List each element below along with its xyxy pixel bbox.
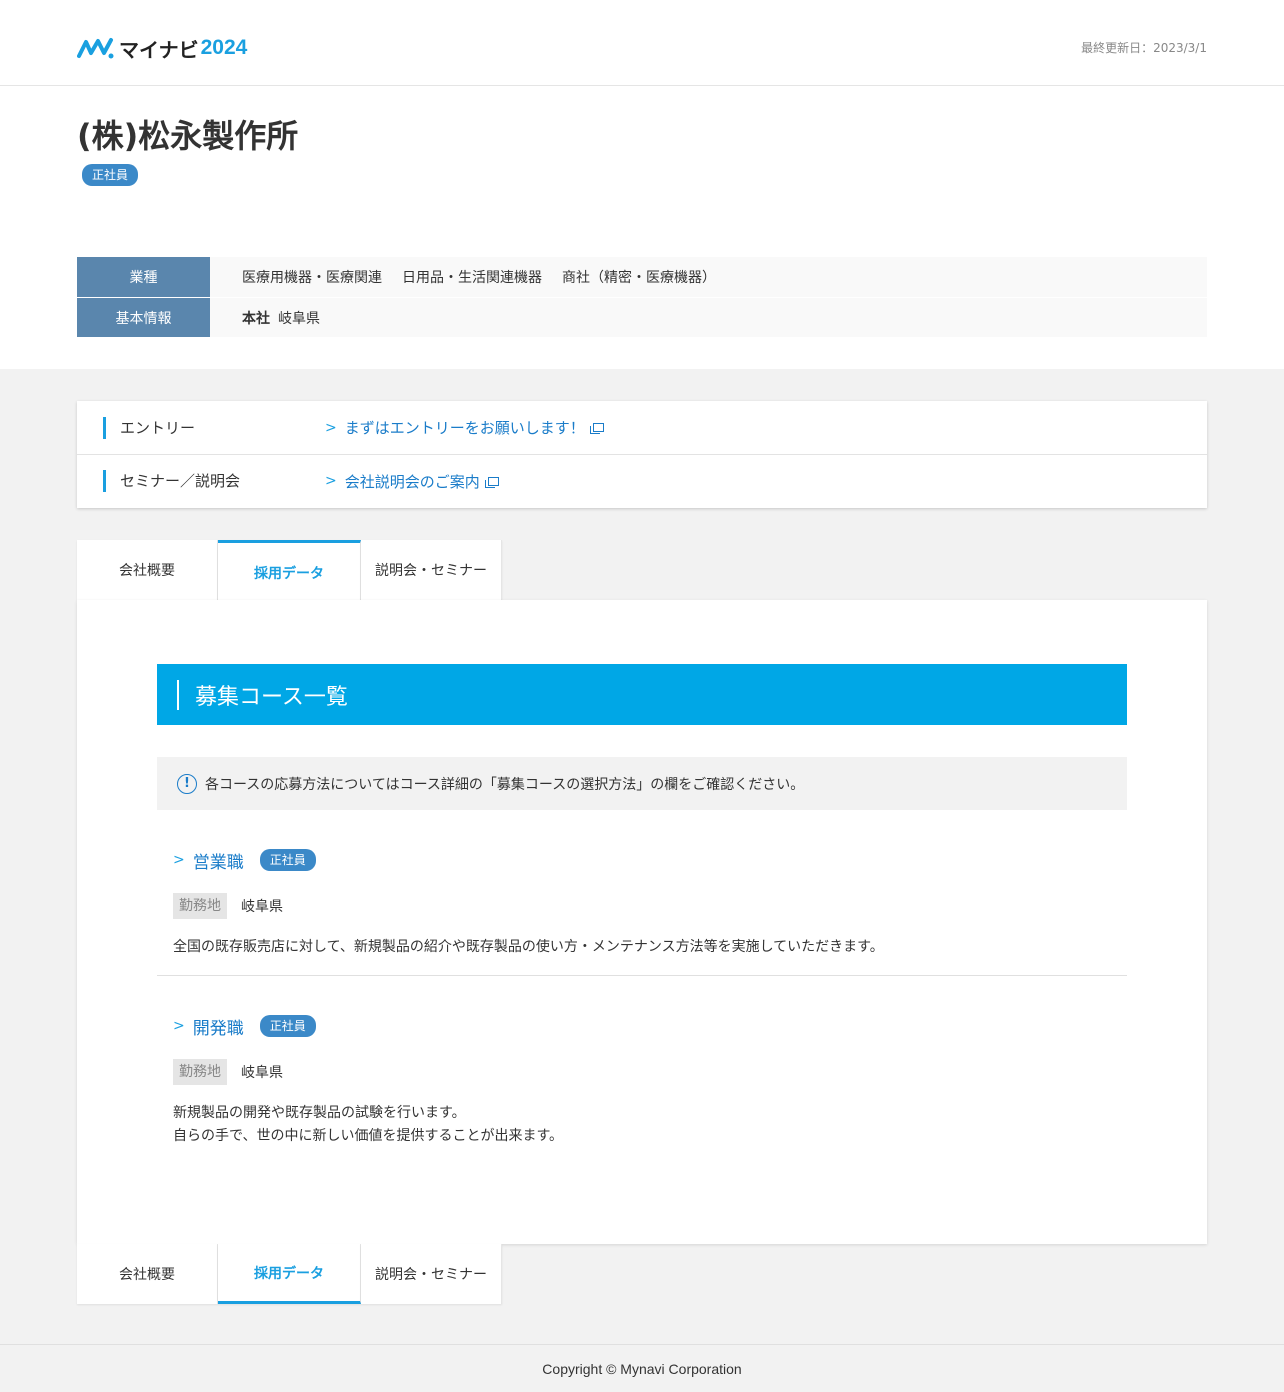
- entry-link-text: まずはエントリーをお願いします！: [344, 419, 585, 437]
- site-footer: Copyright © Mynavi Corporation: [0, 1344, 1284, 1392]
- company-name: (株)松永製作所: [77, 117, 299, 155]
- logo-brand-text: マイナビ: [119, 37, 199, 62]
- course-header: > 営業職 正社員: [173, 848, 316, 873]
- course-badge: 正社員: [259, 1015, 316, 1037]
- seminar-link-text: 会社説明会のご案内: [344, 472, 480, 491]
- entry-box: エントリー > まずはエントリーをお願いします！ セミナー／説明会 > 会社説明…: [77, 401, 1207, 508]
- mynavi-logo-mark-icon: [77, 38, 114, 59]
- chevron-right-icon: >: [173, 852, 185, 868]
- course-description: 全国の既存販売店に対して、新規製品の紹介や既存製品の使い方・メンテナンス方法等を…: [173, 936, 884, 959]
- external-link-icon: [484, 476, 499, 488]
- tab-company-overview[interactable]: 会社概要: [77, 540, 218, 600]
- basic-info-values: 本社 岐阜県: [210, 298, 1207, 337]
- location-label: 勤務地: [173, 1059, 227, 1085]
- course-item: > 営業職 正社員 勤務地 岐阜県 全国の既存販売店に対して、新規製品の紹介や既…: [157, 848, 1127, 976]
- notice-text: 各コースの応募方法についてはコース詳細の「募集コースの選択方法」の欄をご確認くだ…: [205, 776, 805, 793]
- tab-bar-bottom: 会社概要 採用データ 説明会・セミナー: [77, 1244, 502, 1304]
- tab-bar-top: 会社概要 採用データ 説明会・セミナー: [77, 540, 502, 602]
- last-updated: 最終更新日：2023/3/1: [1081, 41, 1207, 55]
- external-link-icon: [589, 423, 604, 434]
- site-header: マイナビ 2024 最終更新日：2023/3/1: [0, 0, 1284, 86]
- course-location: 勤務地 岐阜県: [173, 893, 283, 919]
- entry-link[interactable]: > まずはエントリーをお願いします！: [325, 417, 604, 438]
- top-region: マイナビ 2024 最終更新日：2023/3/1 (株)松永製作所 正社員 業種…: [0, 0, 1284, 369]
- seminar-label: セミナー／説明会: [103, 470, 240, 492]
- description-line: 新規製品の開発や既存製品の試験を行います。: [173, 1105, 466, 1121]
- chevron-right-icon: >: [325, 419, 337, 436]
- industry-row: 業種 医療用機器・医療関連 日用品・生活関連機器 商社（精密・医療機器）: [77, 257, 1207, 297]
- entry-label: エントリー: [103, 416, 195, 439]
- section-header-bar: [177, 679, 179, 710]
- course-location: 勤務地 岐阜県: [173, 1059, 283, 1085]
- chevron-right-icon: >: [173, 1018, 185, 1034]
- basic-info-label: 基本情報: [77, 298, 210, 337]
- description-line: 全国の既存販売店に対して、新規製品の紹介や既存製品の使い方・メンテナンス方法等を…: [173, 939, 884, 955]
- course-header: > 開発職 正社員: [173, 1014, 316, 1039]
- seminar-row: セミナー／説明会 > 会社説明会のご案内: [77, 454, 1207, 507]
- section-title: 募集コース一覧: [195, 684, 348, 710]
- chevron-right-icon: >: [325, 473, 337, 489]
- course-description: 新規製品の開発や既存製品の試験を行います。 自らの手で、世の中に新しい価値を提供…: [173, 1102, 563, 1148]
- employment-type-badge: 正社員: [82, 164, 139, 186]
- course-link[interactable]: 開発職: [193, 1014, 244, 1039]
- mynavi-logo[interactable]: マイナビ 2024: [77, 33, 247, 63]
- location-value: 岐阜県: [241, 1065, 283, 1081]
- tab-seminars[interactable]: 説明会・セミナー: [361, 540, 502, 600]
- company-info-table: 業種 医療用機器・医療関連 日用品・生活関連機器 商社（精密・医療機器） 基本情…: [77, 257, 1207, 337]
- tab-company-overview[interactable]: 会社概要: [77, 1244, 218, 1304]
- notice-box: ! 各コースの応募方法についてはコース詳細の「募集コースの選択方法」の欄をご確認…: [157, 757, 1127, 810]
- tab-recruitment-data[interactable]: 採用データ: [218, 1244, 361, 1304]
- hq-value: 岐阜県: [278, 310, 320, 327]
- course-link[interactable]: 営業職: [193, 848, 244, 873]
- basic-info-row: 基本情報 本社 岐阜県: [77, 297, 1207, 337]
- seminar-link[interactable]: > 会社説明会のご案内: [325, 471, 499, 492]
- section-header: 募集コース一覧: [157, 664, 1127, 725]
- tab-recruitment-data[interactable]: 採用データ: [218, 540, 361, 602]
- tab-seminars[interactable]: 説明会・セミナー: [361, 1244, 502, 1304]
- hq-label: 本社: [242, 310, 270, 327]
- industry-item: 医療用機器・医療関連: [242, 270, 382, 286]
- course-badge: 正社員: [259, 849, 316, 871]
- location-label: 勤務地: [173, 893, 227, 919]
- recruitment-card: 募集コース一覧 ! 各コースの応募方法についてはコース詳細の「募集コースの選択方…: [77, 600, 1207, 1244]
- industry-label: 業種: [77, 257, 210, 297]
- industry-values: 医療用機器・医療関連 日用品・生活関連機器 商社（精密・医療機器）: [210, 257, 1207, 297]
- industry-item: 日用品・生活関連機器: [402, 270, 542, 286]
- entry-row: エントリー > まずはエントリーをお願いします！: [77, 401, 1207, 454]
- info-exclamation-icon: !: [177, 773, 197, 794]
- industry-item: 商社（精密・医療機器）: [562, 270, 716, 286]
- location-value: 岐阜県: [241, 899, 283, 915]
- logo-year-text: 2024: [200, 36, 248, 59]
- description-line: 自らの手で、世の中に新しい価値を提供することが出来ます。: [173, 1128, 564, 1144]
- copyright-text: Copyright © Mynavi Corporation: [542, 1360, 742, 1377]
